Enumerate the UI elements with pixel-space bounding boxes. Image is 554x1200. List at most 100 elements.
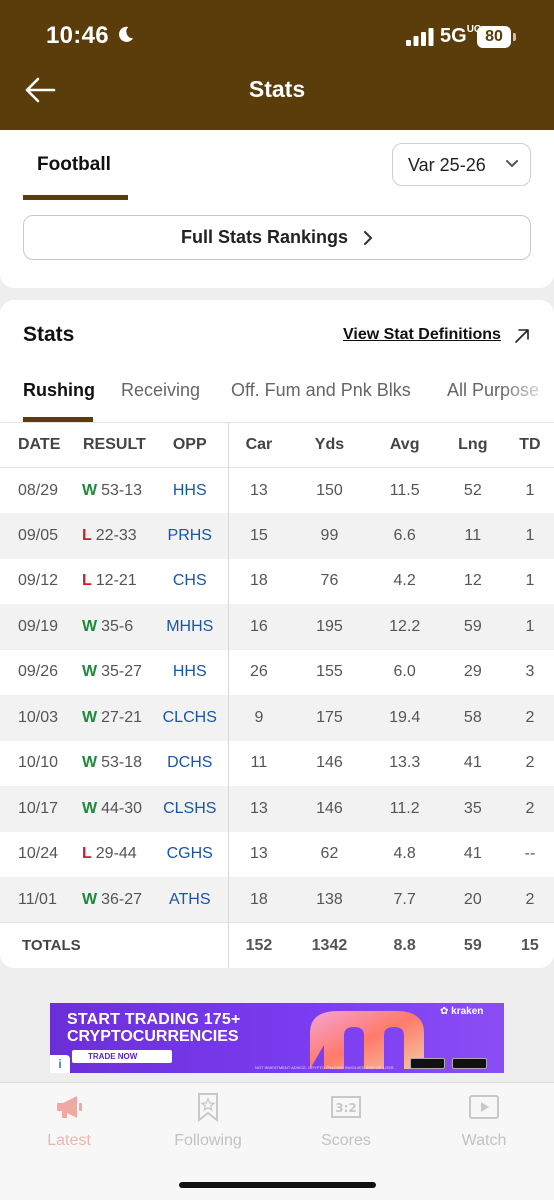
cell-yds: 62	[320, 845, 339, 863]
totals-label: TOTALS	[0, 922, 152, 968]
table-row: 10/17 W 44-30 CLSHS 13 146 11.2 35 2	[0, 786, 554, 832]
full-stats-rankings-button[interactable]: Full Stats Rankings	[23, 215, 531, 260]
cell-lng: 52	[463, 481, 482, 499]
cell-lng: 35	[439, 786, 506, 832]
cell-result: L 22-33	[80, 513, 152, 559]
cell-car: 16	[228, 604, 290, 650]
cell-td: 1	[525, 572, 535, 590]
tab-receiving[interactable]: Receiving	[121, 380, 200, 401]
cell-td: 2	[505, 786, 554, 832]
cell-opponent: PRHS	[152, 513, 229, 559]
cell-car: 9	[228, 695, 290, 741]
cell-td: 1	[525, 481, 535, 499]
ad-trade-now-button[interactable]: TRADE NOW	[72, 1050, 172, 1063]
score: 35-27	[101, 663, 143, 681]
cell-car: 15	[228, 513, 290, 559]
nav-label-following: Following	[174, 1132, 242, 1149]
ad-banner[interactable]: START TRADING 175+ CRYPTOCURRENCIES TRAD…	[50, 1003, 504, 1073]
nav-label-watch: Watch	[461, 1132, 507, 1149]
col-opp: OPP	[152, 422, 229, 468]
page-title: Stats	[248, 76, 306, 102]
cell-date: 08/29	[18, 481, 59, 499]
score: 36-27	[101, 890, 143, 908]
table-row: 09/12 L 12-21 CHS 18 76 4.2 12 1	[0, 558, 554, 605]
opponent-link[interactable]: HHS	[173, 663, 207, 680]
cell-result: W 53-13	[80, 468, 152, 514]
score: 12-21	[95, 572, 137, 590]
col-car: Car	[228, 422, 290, 468]
tab-rushing[interactable]: Rushing	[23, 380, 95, 401]
chevron-right-icon	[364, 231, 373, 246]
nav-following[interactable]: Following	[158, 1091, 258, 1150]
cell-result: W 35-6	[80, 604, 152, 650]
cell-opponent: HHS	[152, 649, 229, 695]
win-loss-badge: L	[82, 572, 92, 590]
cell-avg: 13.3	[389, 754, 421, 772]
opponent-link[interactable]: CGHS	[167, 845, 213, 862]
table-row: 08/29 W 53-13 HHS 13 150 11.5 52 1	[0, 467, 554, 514]
opponent-link[interactable]: MHHS	[166, 618, 213, 635]
cell-opponent: ATHS	[152, 877, 229, 923]
scoreboard-icon: 3:2	[331, 1096, 361, 1118]
win-loss-badge: W	[82, 754, 98, 772]
cell-date: 10/03	[0, 695, 80, 741]
table-row: 11/01 W 36-27 ATHS 18 138 7.7 20 2	[0, 877, 554, 923]
opponent-link[interactable]: PRHS	[168, 527, 212, 544]
cell-avg: 6.6	[369, 513, 440, 559]
opponent-link[interactable]: CHS	[173, 572, 207, 589]
opponent-link[interactable]: HHS	[173, 482, 207, 499]
col-date: DATE	[0, 422, 80, 468]
view-stat-definitions-link[interactable]: View Stat Definitions	[343, 326, 501, 344]
opponent-link[interactable]: DCHS	[167, 754, 212, 771]
cell-lng: 12	[463, 572, 482, 590]
nav-latest[interactable]: Latest	[19, 1091, 119, 1150]
total-td: 15	[505, 922, 554, 968]
cell-avg: 19.4	[369, 695, 440, 741]
bookmark-star-icon	[198, 1093, 218, 1123]
opponent-link[interactable]: CLSHS	[163, 800, 216, 817]
tab-fumbles-punt-blocks[interactable]: Off. Fum and Pnk Blks	[231, 380, 411, 401]
sport-card: Football Var 25-26 Full Stats Rankings	[0, 130, 554, 288]
cell-lng: 58	[439, 695, 506, 741]
cell-empty	[152, 922, 229, 968]
win-loss-badge: W	[82, 799, 98, 817]
cell-avg: 11.5	[389, 481, 420, 499]
tab-football[interactable]: Football	[37, 154, 111, 176]
home-indicator[interactable]	[179, 1182, 376, 1188]
cell-date: 10/17	[0, 786, 80, 832]
stats-section-title: Stats	[23, 323, 75, 346]
battery-tip	[513, 33, 516, 41]
win-loss-badge: W	[82, 708, 98, 726]
cell-result: W 36-27	[80, 877, 152, 923]
cell-lng: 41	[463, 845, 482, 863]
cell-result: W 35-27	[80, 650, 152, 696]
cell-yds: 155	[316, 663, 343, 681]
app-store-badge[interactable]	[410, 1058, 445, 1069]
cell-date: 09/19	[0, 604, 80, 650]
score: 22-33	[95, 526, 137, 544]
external-link-arrow-icon[interactable]	[514, 328, 530, 344]
table-header-row: DATE RESULT OPP Car Yds Avg Lng TD	[0, 422, 554, 468]
cell-result: W 53-18	[80, 741, 152, 787]
season-select[interactable]: Var 25-26	[392, 143, 531, 186]
cell-yds: 76	[320, 572, 339, 590]
cell-car: 13	[228, 786, 290, 832]
nav-scores[interactable]: 3:2 Scores	[296, 1091, 396, 1150]
total-car: 152	[228, 922, 290, 968]
cell-result: L 29-44	[80, 832, 152, 878]
cell-opponent: CLSHS	[152, 786, 229, 832]
cell-avg: 11.2	[369, 786, 440, 832]
cell-result: L 12-21	[80, 559, 152, 605]
table-row: 10/10 W 53-18 DCHS 11 146 13.3 41 2	[0, 740, 554, 787]
cell-date: 09/12	[18, 572, 59, 590]
opponent-link[interactable]: ATHS	[169, 891, 210, 908]
season-value: Var 25-26	[408, 155, 486, 175]
cell-td: --	[524, 845, 536, 863]
opponent-link[interactable]: CLCHS	[163, 709, 217, 726]
nav-watch[interactable]: Watch	[434, 1091, 534, 1150]
google-play-badge[interactable]	[452, 1058, 487, 1069]
cell-yds: 146	[316, 754, 343, 772]
cell-avg: 12.2	[369, 604, 440, 650]
tabs-fade-overlay	[500, 376, 554, 412]
ad-info-icon[interactable]: i	[50, 1055, 70, 1073]
